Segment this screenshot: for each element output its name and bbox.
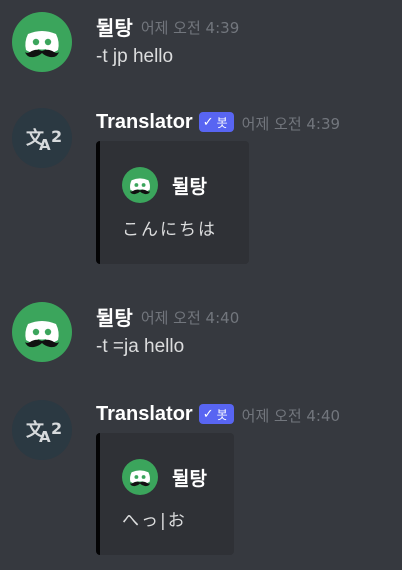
message-content: -t =ja hello — [96, 336, 185, 357]
svg-text:A: A — [39, 428, 51, 446]
message-bot-1: 文 A 2 Translator ✓ 봇 어제 오전 4:39 뒬탕 こんにちは — [0, 106, 402, 266]
translate-icon[interactable]: 文 A 2 — [12, 400, 72, 460]
embed-author-name: 뒬탕 — [172, 467, 207, 490]
discord-mustache-icon[interactable] — [12, 12, 72, 72]
username[interactable]: 뒬탕 — [96, 302, 133, 331]
embed: 뒬탕 こんにちは — [96, 141, 249, 264]
embed-description: こんにちは — [122, 220, 217, 240]
translate-icon[interactable]: 文 A 2 — [12, 108, 72, 168]
svg-text:A: A — [39, 136, 51, 154]
username[interactable]: 뒬탕 — [96, 12, 133, 41]
svg-text:2: 2 — [51, 127, 62, 146]
embed-description: へっ|お — [122, 511, 187, 531]
discord-mustache-icon — [122, 167, 158, 203]
bot-tag: ✓ 봇 — [198, 112, 234, 132]
embed: 뒬탕 へっ|お — [96, 433, 234, 555]
svg-text:2: 2 — [51, 419, 62, 438]
bot-tag-label: 봇 — [216, 407, 228, 422]
discord-mustache-icon — [122, 459, 158, 495]
embed-author: 뒬탕 — [122, 167, 207, 203]
discord-mustache-icon[interactable] — [12, 302, 72, 362]
timestamp: 어제 오전 4:39 — [140, 18, 240, 37]
check-icon: ✓ — [202, 114, 214, 130]
message-header: Translator ✓ 봇 어제 오전 4:39 — [96, 108, 340, 136]
embed-author-name: 뒬탕 — [172, 175, 207, 198]
bot-tag-label: 봇 — [216, 115, 228, 130]
embed-author: 뒬탕 — [122, 459, 207, 495]
timestamp: 어제 오전 4:40 — [241, 406, 341, 425]
message-content: -t jp hello — [96, 46, 174, 67]
message-header: 뒬탕 어제 오전 4:40 — [96, 302, 239, 330]
message-header: 뒬탕 어제 오전 4:39 — [96, 12, 239, 40]
check-icon: ✓ — [202, 406, 214, 422]
message-header: Translator ✓ 봇 어제 오전 4:40 — [96, 400, 340, 428]
username[interactable]: Translator — [96, 111, 193, 134]
message-user-1: 뒬탕 어제 오전 4:39 -t jp hello — [0, 8, 402, 78]
timestamp: 어제 오전 4:39 — [241, 114, 341, 133]
username[interactable]: Translator — [96, 403, 193, 426]
message-bot-2: 文 A 2 Translator ✓ 봇 어제 오전 4:40 뒬탕 へっ|お — [0, 398, 402, 558]
timestamp: 어제 오전 4:40 — [140, 308, 240, 327]
bot-tag: ✓ 봇 — [198, 404, 234, 424]
message-user-2: 뒬탕 어제 오전 4:40 -t =ja hello — [0, 300, 402, 370]
